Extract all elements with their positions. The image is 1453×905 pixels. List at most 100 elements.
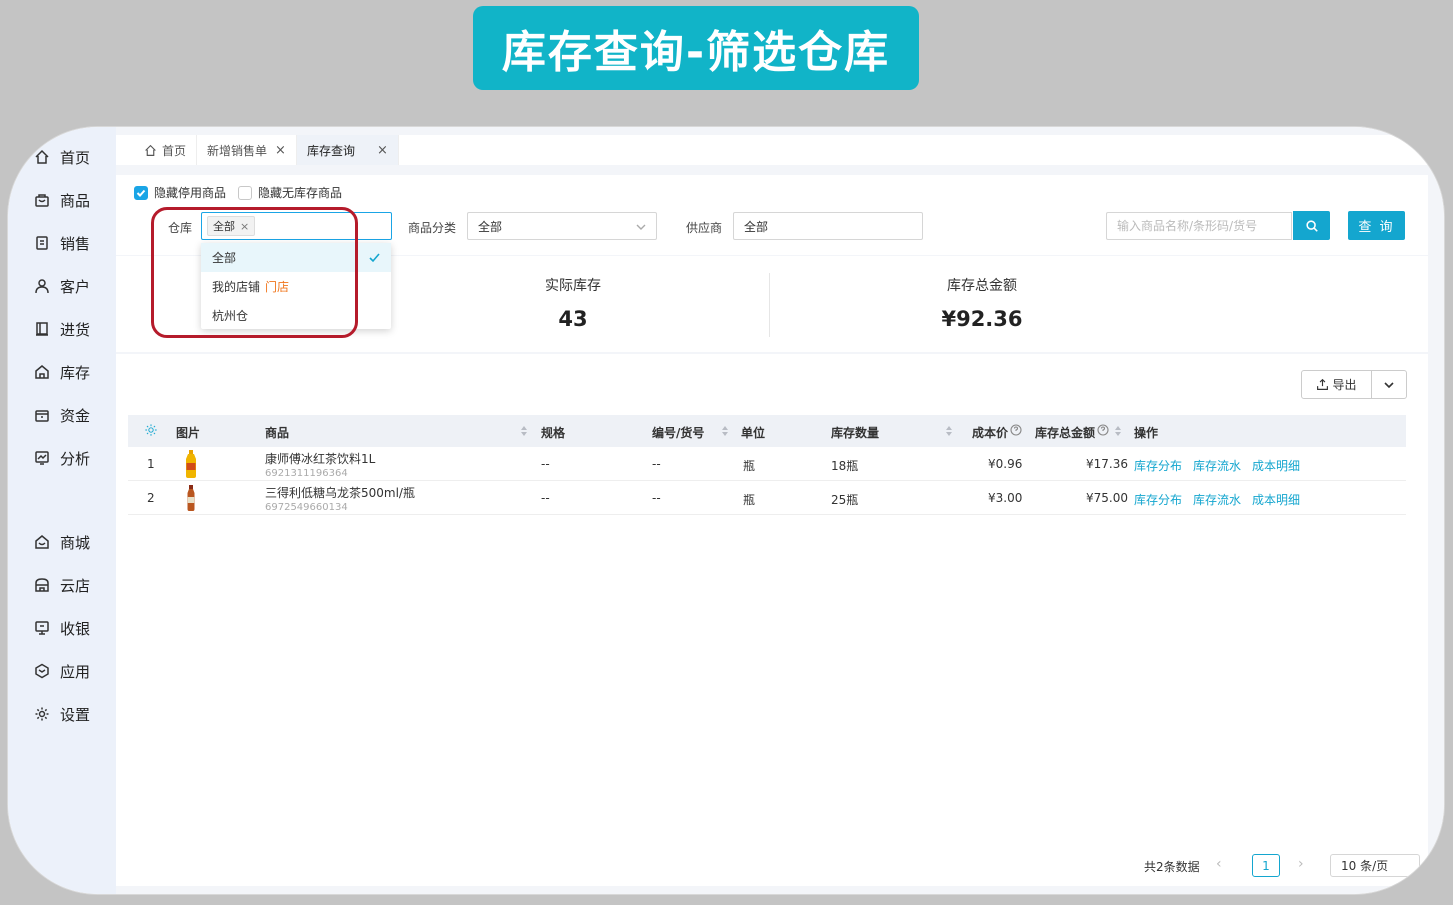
tab-inventory-query[interactable]: 库存查询 × bbox=[296, 135, 399, 165]
option-label: 杭州仓 bbox=[212, 309, 249, 323]
sidebar-item-cloud-store[interactable]: 云店 bbox=[34, 574, 90, 596]
query-button[interactable]: 查 询 bbox=[1348, 211, 1405, 240]
chart-icon bbox=[34, 450, 50, 466]
header-product: 商品 bbox=[265, 426, 290, 440]
chevron-down-icon bbox=[1384, 381, 1394, 388]
stat-value: ¥92.36 bbox=[941, 307, 1023, 331]
chevron-down-icon bbox=[636, 221, 646, 231]
category-select[interactable]: 全部 bbox=[467, 212, 657, 240]
tab-home[interactable]: 首页 bbox=[134, 135, 198, 165]
option-label: 我的店铺 bbox=[212, 280, 261, 294]
warehouse-option-all[interactable]: 全部 bbox=[201, 243, 391, 272]
help-icon[interactable] bbox=[1010, 424, 1022, 439]
user-icon bbox=[34, 278, 50, 294]
stock-flow-link[interactable]: 库存流水 bbox=[1193, 491, 1241, 508]
total-amount-stat: 库存总金额 ¥92.36 bbox=[882, 275, 1082, 331]
stat-label: 实际库存 bbox=[545, 278, 601, 294]
tab-new-sales-order[interactable]: 新增销售单 × bbox=[197, 135, 297, 165]
close-icon[interactable]: × bbox=[240, 220, 249, 233]
column-settings-button[interactable] bbox=[144, 423, 158, 440]
product-barcode: 6921311196364 bbox=[265, 468, 348, 479]
product-cell: 康师傅冰红茶饮料1L 6921311196364 bbox=[265, 450, 375, 479]
supplier-value: 全部 bbox=[744, 219, 769, 234]
sidebar-item-label: 分析 bbox=[60, 449, 91, 468]
checkbox-empty-icon bbox=[238, 185, 252, 200]
cost-cell: ¥0.96 bbox=[988, 457, 1023, 471]
store-icon bbox=[34, 577, 50, 593]
sidebar-item-apps[interactable]: 应用 bbox=[34, 660, 90, 682]
sidebar-item-analysis[interactable]: 分析 bbox=[34, 447, 90, 469]
table-header: 图片 商品 规格 编号/货号 单位 库存数量 成本价 库存总金额 操作 bbox=[128, 415, 1406, 447]
product-thumbnail bbox=[184, 450, 198, 481]
close-icon[interactable]: × bbox=[275, 143, 286, 158]
sidebar-item-label: 云店 bbox=[60, 576, 91, 595]
sort-icon[interactable] bbox=[721, 425, 729, 437]
product-name: 康师傅冰红茶饮料1L bbox=[265, 452, 376, 466]
sidebar-item-mall[interactable]: 商城 bbox=[34, 531, 90, 553]
header-unit: 单位 bbox=[741, 426, 766, 440]
table-row: 1 康师傅冰红茶饮料1L 6921311196364 -- -- 瓶 18瓶 ¥… bbox=[128, 447, 1406, 481]
stock-distribution-link[interactable]: 库存分布 bbox=[1134, 457, 1182, 474]
sidebar-item-label: 收银 bbox=[60, 619, 91, 638]
stock-flow-link[interactable]: 库存流水 bbox=[1193, 457, 1241, 474]
wallet-icon bbox=[34, 407, 50, 423]
sidebar-item-sales[interactable]: 销售 bbox=[34, 232, 90, 254]
sidebar-item-settings[interactable]: 设置 bbox=[34, 703, 90, 725]
category-label: 商品分类 bbox=[408, 221, 457, 235]
sidebar-item-cashier[interactable]: 收银 bbox=[34, 617, 90, 639]
export-dropdown-button[interactable] bbox=[1372, 371, 1406, 398]
bottle-icon bbox=[187, 485, 195, 511]
unit-cell: 瓶 bbox=[743, 459, 756, 473]
sort-icon[interactable] bbox=[945, 425, 953, 437]
spec-cell: -- bbox=[541, 491, 550, 505]
tab-bar: 首页 新增销售单 × 库存查询 × bbox=[116, 135, 1444, 165]
search-button[interactable] bbox=[1293, 211, 1330, 240]
supplier-select[interactable]: 全部 bbox=[733, 212, 923, 240]
page-banner: 库存查询-筛选仓库 bbox=[473, 6, 919, 90]
sidebar: 首页 商品 销售 客户 进货 库存 资金 分析 商城 云店 收银 应用 设置 bbox=[8, 127, 116, 894]
tab-label: 首页 bbox=[162, 143, 187, 158]
export-button[interactable]: 导出 bbox=[1302, 371, 1372, 398]
sidebar-item-home[interactable]: 首页 bbox=[34, 146, 90, 168]
hide-no-stock-checkbox[interactable]: 隐藏无库存商品 bbox=[238, 184, 342, 201]
header-qty: 库存数量 bbox=[831, 426, 880, 440]
tab-label: 库存查询 bbox=[306, 143, 355, 158]
help-icon[interactable] bbox=[1097, 424, 1109, 439]
sidebar-item-label: 商城 bbox=[60, 533, 91, 552]
page-button-current[interactable]: 1 bbox=[1252, 854, 1280, 877]
receipt-icon bbox=[34, 235, 50, 251]
next-page-button[interactable]: › bbox=[1298, 856, 1304, 872]
sidebar-item-products[interactable]: 商品 bbox=[34, 189, 90, 211]
sidebar-item-inventory[interactable]: 库存 bbox=[34, 361, 90, 383]
warehouse-label: 仓库 bbox=[168, 221, 193, 235]
category-value: 全部 bbox=[478, 219, 503, 234]
page-size-select[interactable]: 10 条/页 bbox=[1330, 854, 1420, 877]
home-icon bbox=[34, 149, 50, 165]
header-spec: 规格 bbox=[541, 426, 566, 440]
sort-icon[interactable] bbox=[1114, 425, 1122, 437]
sidebar-item-label: 资金 bbox=[60, 406, 91, 425]
warehouse-option-my-store[interactable]: 我的店铺 门店 bbox=[201, 272, 391, 301]
book-icon bbox=[34, 321, 50, 337]
cost-cell: ¥3.00 bbox=[988, 491, 1023, 505]
sidebar-item-funds[interactable]: 资金 bbox=[34, 404, 90, 426]
prev-page-button[interactable]: ‹ bbox=[1216, 856, 1222, 872]
stock-distribution-link[interactable]: 库存分布 bbox=[1134, 491, 1182, 508]
warehouse-tag-label: 全部 bbox=[213, 220, 235, 233]
hide-disabled-checkbox[interactable]: 隐藏停用商品 bbox=[134, 184, 226, 201]
cost-detail-link[interactable]: 成本明细 bbox=[1252, 457, 1300, 474]
sidebar-item-customers[interactable]: 客户 bbox=[34, 275, 90, 297]
cost-detail-link[interactable]: 成本明细 bbox=[1252, 491, 1300, 508]
checkbox-checked-icon bbox=[134, 185, 148, 200]
warehouse-select[interactable]: 全部 × bbox=[201, 212, 392, 240]
warehouse-option-hangzhou[interactable]: 杭州仓 bbox=[201, 301, 391, 330]
search-input[interactable]: 输入商品名称/条形码/货号 bbox=[1106, 212, 1292, 240]
row-index: 1 bbox=[147, 457, 155, 471]
close-icon[interactable]: × bbox=[377, 143, 388, 158]
sidebar-item-purchase[interactable]: 进货 bbox=[34, 318, 90, 340]
sort-icon[interactable] bbox=[520, 425, 528, 437]
code-cell: -- bbox=[652, 491, 661, 505]
tab-label: 新增销售单 bbox=[207, 143, 268, 158]
qty-cell: 25瓶 bbox=[831, 493, 859, 507]
gear-icon bbox=[34, 706, 50, 722]
